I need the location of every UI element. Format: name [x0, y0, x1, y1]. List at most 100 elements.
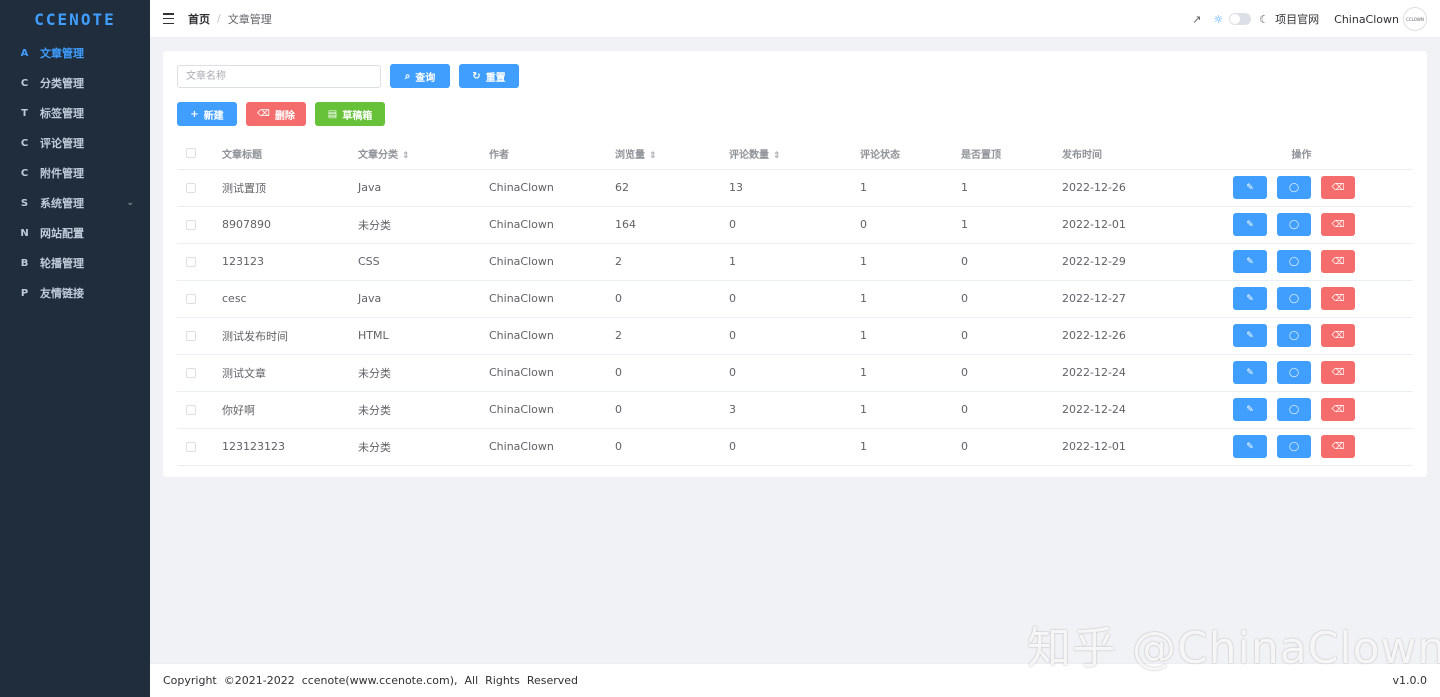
- comments-button[interactable]: ◯: [1277, 287, 1311, 310]
- delete-row-button[interactable]: ⌫: [1321, 250, 1355, 273]
- chevron-down-icon[interactable]: ⌄: [126, 198, 134, 208]
- sidebar-item-1[interactable]: C 分类管理: [0, 68, 150, 98]
- toggle-knob: [1230, 14, 1241, 24]
- comments-button[interactable]: ◯: [1277, 398, 1311, 421]
- theme-toggle[interactable]: [1229, 13, 1252, 25]
- row-select-cell: [177, 169, 222, 207]
- edit-button[interactable]: ✎: [1233, 176, 1267, 199]
- trash-icon: ⌫: [1331, 367, 1345, 378]
- comments-button[interactable]: ◯: [1277, 213, 1311, 236]
- sidebar-item-5[interactable]: S 系统管理 ⌄: [0, 188, 150, 218]
- bulk-delete-button[interactable]: ⌫ 删除: [246, 102, 306, 126]
- row-action-group: ✎ ◯ ⌫: [1190, 213, 1413, 236]
- sidebar-item-4[interactable]: C 附件管理: [0, 158, 150, 188]
- trash-icon: ⌫: [1331, 404, 1345, 415]
- row-checkbox[interactable]: [186, 331, 196, 341]
- col-category[interactable]: 文章分类 ⇕: [358, 139, 489, 170]
- delete-row-button[interactable]: ⌫: [1321, 176, 1355, 199]
- sidebar-item-icon: P: [20, 287, 29, 299]
- delete-row-button[interactable]: ⌫: [1321, 361, 1355, 384]
- cell-date: 2022-12-24: [1062, 391, 1190, 429]
- delete-row-button[interactable]: ⌫: [1321, 287, 1355, 310]
- drafts-button[interactable]: ▤ 草稿箱: [315, 102, 385, 126]
- sidebar-item-0[interactable]: A 文章管理: [0, 38, 150, 68]
- col-views[interactable]: 浏览量 ⇕: [615, 139, 729, 170]
- cell-title: 123123123: [222, 428, 358, 466]
- query-button[interactable]: ⌕ 查询: [390, 64, 450, 88]
- sidebar-item-6[interactable]: N 网站配置: [0, 218, 150, 248]
- cell-comment-status: 1: [860, 354, 961, 392]
- col-title: 文章标题: [222, 139, 358, 170]
- cell-title: 测试发布时间: [222, 317, 358, 355]
- sidebar-item-label: 附件管理: [40, 167, 84, 180]
- sidebar-menu: A 文章管理 C 分类管理 T 标签管理 C 评论管理 C 附件管理 S 系统管理 ⌄ N 网站配置 B 轮播管…: [0, 38, 150, 308]
- article-panel: ⌕ 查询 ↻ 重置 + 新建 ⌫ 删除 ▤ 草稿箱 文章标题 文章分类⇕ 作者 …: [163, 51, 1427, 477]
- app-logo[interactable]: CCENOTE: [0, 0, 150, 38]
- comments-button[interactable]: ◯: [1277, 250, 1311, 273]
- new-button-label: 新建: [203, 110, 224, 122]
- sort-icon[interactable]: ⇕: [773, 151, 781, 161]
- delete-row-button[interactable]: ⌫: [1321, 435, 1355, 458]
- row-select-cell: [177, 243, 222, 281]
- top-header: 首页 / 文章管理 ↗ ☼ ☾ 项目官网 ChinaClown CCLOWN: [150, 0, 1440, 38]
- sort-icon[interactable]: ⇕: [649, 151, 657, 161]
- col-comments[interactable]: 评论数量 ⇕: [729, 139, 860, 170]
- edit-button[interactable]: ✎: [1233, 287, 1267, 310]
- menu-toggle-icon[interactable]: [163, 13, 174, 24]
- select-all-checkbox[interactable]: [186, 148, 196, 159]
- edit-button[interactable]: ✎: [1233, 250, 1267, 273]
- avatar[interactable]: CCLOWN: [1403, 7, 1427, 31]
- row-checkbox[interactable]: [186, 294, 196, 304]
- comments-button[interactable]: ◯: [1277, 435, 1311, 458]
- query-button-label: 查询: [415, 72, 436, 84]
- sidebar-item-label: 评论管理: [40, 137, 84, 150]
- cell-date: 2022-12-24: [1062, 354, 1190, 392]
- delete-row-button[interactable]: ⌫: [1321, 398, 1355, 421]
- cell-category: Java: [358, 280, 489, 318]
- sidebar-item-8[interactable]: P 友情链接: [0, 278, 150, 308]
- row-actions: ✎ ◯ ⌫: [1190, 354, 1413, 392]
- row-checkbox[interactable]: [186, 257, 196, 267]
- sidebar-item-label: 系统管理: [40, 197, 84, 210]
- sidebar-item-7[interactable]: B 轮播管理: [0, 248, 150, 278]
- row-checkbox[interactable]: [186, 405, 196, 415]
- edit-icon: ✎: [1246, 293, 1254, 304]
- edit-button[interactable]: ✎: [1233, 435, 1267, 458]
- project-site-link[interactable]: 项目官网: [1275, 11, 1319, 27]
- row-checkbox[interactable]: [186, 442, 196, 452]
- cell-comments: 0: [729, 354, 860, 392]
- sidebar-item-3[interactable]: C 评论管理: [0, 128, 150, 158]
- row-checkbox[interactable]: [186, 368, 196, 378]
- edit-button[interactable]: ✎: [1233, 361, 1267, 384]
- sort-icon[interactable]: ⇕: [402, 151, 410, 161]
- comment-icon: ◯: [1288, 219, 1300, 230]
- username[interactable]: ChinaClown: [1334, 13, 1399, 26]
- cell-views: 2: [615, 317, 729, 355]
- comments-button[interactable]: ◯: [1277, 176, 1311, 199]
- comments-button[interactable]: ◯: [1277, 361, 1311, 384]
- cell-comments: 3: [729, 391, 860, 429]
- row-checkbox[interactable]: [186, 220, 196, 230]
- row-checkbox[interactable]: [186, 183, 196, 193]
- cell-pinned: 0: [961, 391, 1062, 429]
- delete-row-button[interactable]: ⌫: [1321, 324, 1355, 347]
- comments-button[interactable]: ◯: [1277, 324, 1311, 347]
- edit-button[interactable]: ✎: [1233, 398, 1267, 421]
- breadcrumb-home[interactable]: 首页: [188, 11, 210, 27]
- row-actions: ✎ ◯ ⌫: [1190, 206, 1413, 244]
- reset-button[interactable]: ↻ 重置: [459, 64, 519, 88]
- fullscreen-icon[interactable]: ↗: [1192, 13, 1201, 26]
- sidebar-item-2[interactable]: T 标签管理: [0, 98, 150, 128]
- cell-comments: 0: [729, 428, 860, 466]
- refresh-icon: ↻: [472, 70, 481, 82]
- sun-icon: ☼: [1213, 12, 1224, 26]
- new-article-button[interactable]: + 新建: [177, 102, 237, 126]
- col-views-label: 浏览量: [615, 150, 645, 162]
- row-select-cell: [177, 428, 222, 466]
- delete-row-button[interactable]: ⌫: [1321, 213, 1355, 236]
- edit-button[interactable]: ✎: [1233, 324, 1267, 347]
- article-table: 文章标题 文章分类 ⇕ 作者 浏览量 ⇕ 评论数量 ⇕ 评论状态 是否置顶 发布时间 …: [177, 139, 1413, 466]
- edit-button[interactable]: ✎: [1233, 213, 1267, 236]
- article-name-search-input[interactable]: [177, 65, 381, 88]
- cell-views: 0: [615, 354, 729, 392]
